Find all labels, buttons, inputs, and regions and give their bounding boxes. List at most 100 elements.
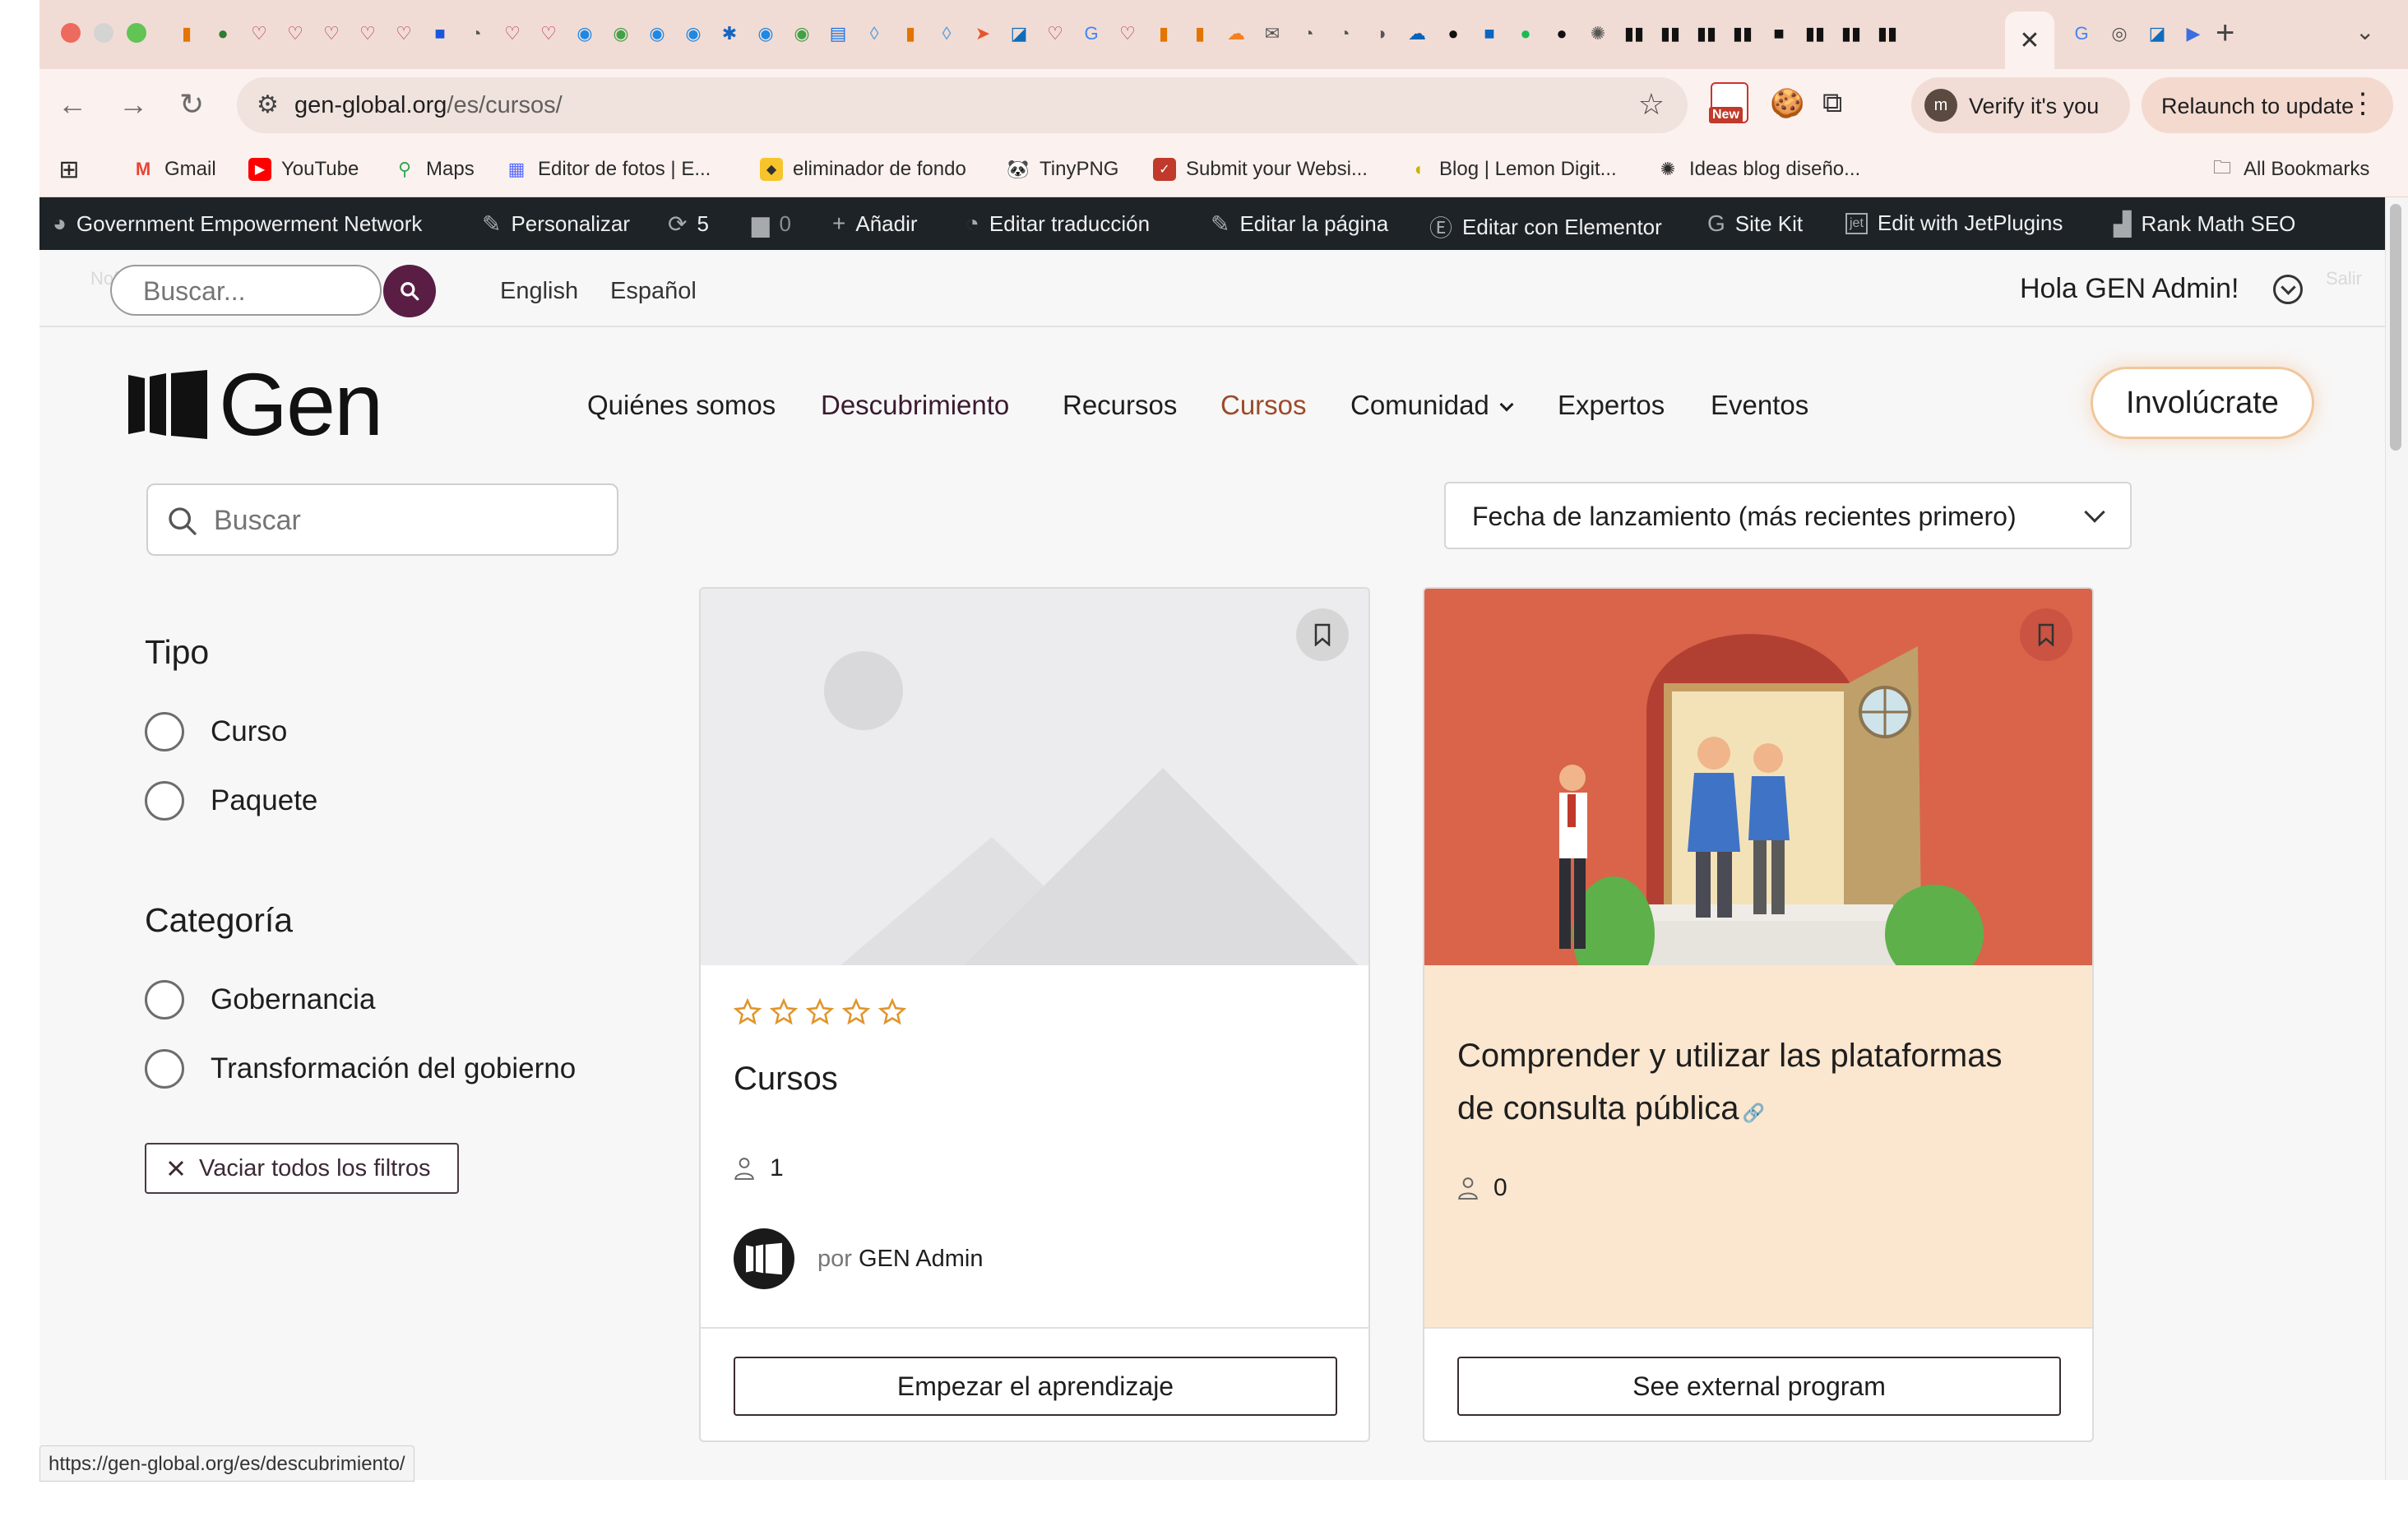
facet-option-transformacion[interactable]: Transformación del gobierno [145, 1049, 576, 1089]
bookmark-ideas[interactable]: ✺ Ideas blog diseño... [1656, 158, 1860, 181]
tab-favicon[interactable]: ▮ [1148, 18, 1179, 49]
reload-button[interactable]: ↻ [179, 87, 204, 122]
tab-favicon[interactable]: ▮▮ [1799, 18, 1831, 49]
tab-favicon[interactable]: ♡ [352, 18, 383, 49]
zoom-window-button[interactable] [127, 23, 146, 43]
wp-edit-page[interactable]: ✎ Editar la página [1211, 210, 1388, 238]
bookmark-lemon[interactable]: ◖ Blog | Lemon Digit... [1406, 158, 1616, 181]
tab-favicon[interactable]: ▮▮ [1691, 18, 1722, 49]
close-window-button[interactable] [61, 23, 81, 43]
facet-option-paquete[interactable]: Paquete [145, 781, 317, 821]
tab-favicon[interactable]: ☁ [1401, 18, 1433, 49]
tab-favicon[interactable]: ▮▮ [1727, 18, 1758, 49]
facet-option-curso[interactable]: Curso [145, 712, 287, 751]
tab-favicon[interactable]: ♡ [533, 18, 564, 49]
apps-grid-icon[interactable]: ⊞ [58, 156, 81, 183]
tab-favicon[interactable]: ✉ [1257, 18, 1288, 49]
nav-descubrimiento[interactable]: Descubrimiento [821, 390, 1009, 421]
course-search-field[interactable] [146, 483, 618, 556]
tab-favicon[interactable]: ♡ [388, 18, 419, 49]
tab-favicon[interactable]: ▮▮ [1655, 18, 1686, 49]
tab-favicon[interactable]: ▤ [822, 18, 854, 49]
tab-favicon[interactable]: ♡ [316, 18, 347, 49]
more-menu-icon[interactable]: ⋮ [2349, 87, 2377, 120]
tab-favicon[interactable]: ✺ [1582, 18, 1614, 49]
bookmark-tinypng[interactable]: 🐼 TinyPNG [1007, 158, 1118, 181]
tab-favicon[interactable]: ● [1510, 18, 1541, 49]
tab-favicon[interactable]: ● [207, 18, 238, 49]
scrollbar-thumb[interactable] [2390, 204, 2401, 451]
relaunch-update-button[interactable]: Relaunch to update ⋮ [2142, 77, 2393, 133]
tab-favicon[interactable]: ▮▮ [1872, 18, 1903, 49]
active-tab-close-button[interactable]: ✕ [2005, 12, 2054, 69]
sort-select[interactable]: Fecha de lanzamiento (más recientes prim… [1444, 482, 2132, 549]
tab-favicon[interactable]: G [2066, 18, 2097, 49]
tab-favicon[interactable]: ▶ [2178, 18, 2209, 49]
minimize-window-button[interactable] [94, 23, 113, 43]
course-card[interactable]: Comprender y utilizar las plataformas de… [1423, 587, 2094, 1442]
nav-eventos[interactable]: Eventos [1711, 390, 1808, 421]
user-menu-chevron-icon[interactable] [2273, 275, 2303, 304]
course-card[interactable]: Cursos 1 por GEN Admin Empezar el aprend… [699, 587, 1370, 1442]
author-name[interactable]: GEN Admin [859, 1246, 984, 1272]
radio-button[interactable] [145, 1049, 184, 1089]
involucrate-button[interactable]: Involúcrate [2091, 367, 2314, 439]
tab-favicon[interactable]: ♡ [1112, 18, 1143, 49]
clear-filters-button[interactable]: Vaciar todos los filtros [145, 1143, 459, 1194]
header-search-input[interactable] [143, 276, 365, 307]
see-external-program-button[interactable]: See external program [1457, 1357, 2061, 1416]
start-learning-button[interactable]: Empezar el aprendizaje [734, 1357, 1337, 1416]
wp-site-kit[interactable]: G Site Kit [1707, 210, 1803, 237]
tab-favicon[interactable]: ◔ [461, 18, 492, 49]
wp-customize[interactable]: ✎ Personalizar [482, 210, 630, 238]
tab-favicon[interactable]: ♡ [243, 18, 275, 49]
back-button[interactable]: ← [58, 87, 87, 122]
tab-favicon[interactable]: ◪ [2142, 18, 2173, 49]
nav-expertos[interactable]: Expertos [1558, 390, 1665, 421]
cookie-extension-icon[interactable]: 🍪 [1770, 87, 1804, 120]
tab-favicon[interactable]: ◉ [605, 18, 637, 49]
tab-favicon[interactable]: ■ [424, 18, 456, 49]
wp-comments[interactable]: ▆ 0 [752, 210, 791, 238]
all-bookmarks[interactable]: 🗀 All Bookmarks [2211, 157, 2369, 181]
wp-add-new[interactable]: + Añadir [832, 210, 918, 237]
tab-favicon[interactable]: ■ [1474, 18, 1505, 49]
tab-search-chevron-icon[interactable]: ⌄ [2355, 18, 2374, 45]
tab-favicon[interactable]: ♡ [1040, 18, 1071, 49]
address-url[interactable]: gen-global.org/es/cursos/ [294, 92, 563, 119]
bookmark-youtube[interactable]: ▶ YouTube [248, 158, 359, 181]
tab-favicon[interactable]: ▮ [1184, 18, 1216, 49]
bookmark-submit-site[interactable]: ✓ Submit your Websi... [1153, 158, 1368, 181]
tab-favicon[interactable]: ◉ [569, 18, 600, 49]
lang-english-link[interactable]: English [500, 278, 578, 305]
tab-favicon[interactable]: ▮▮ [1836, 18, 1867, 49]
tab-favicon[interactable]: ♡ [497, 18, 528, 49]
bookmark-bg-remover[interactable]: ◆ eliminador de fondo [760, 158, 966, 181]
tab-favicon[interactable]: ➤ [967, 18, 998, 49]
tab-favicon[interactable]: ◉ [786, 18, 817, 49]
bookmark-button[interactable] [2020, 608, 2072, 661]
tab-favicon[interactable]: ◉ [750, 18, 781, 49]
tab-favicon[interactable]: ◎ [2104, 18, 2135, 49]
user-greeting[interactable]: Hola GEN Admin! [2020, 273, 2239, 305]
tab-favicon[interactable]: ◪ [1003, 18, 1035, 49]
tab-favicon[interactable]: ▮ [171, 18, 202, 49]
tab-favicon[interactable]: ▮ [895, 18, 926, 49]
nav-recursos[interactable]: Recursos [1063, 390, 1177, 421]
radio-button[interactable] [145, 781, 184, 821]
course-title[interactable]: Comprender y utilizar las plataformas de… [1457, 1029, 2002, 1135]
wp-site-name[interactable]: ◕ Government Empowerment Network [53, 210, 422, 237]
tab-favicon[interactable]: ☁ [1220, 18, 1252, 49]
lang-spanish-link[interactable]: Español [610, 278, 697, 305]
forward-button[interactable]: → [118, 87, 148, 122]
tab-favicon[interactable]: ● [1438, 18, 1469, 49]
radio-button[interactable] [145, 712, 184, 751]
course-title[interactable]: Cursos [734, 1052, 838, 1105]
new-extension-icon[interactable]: New [1709, 82, 1748, 123]
extensions-puzzle-icon[interactable]: ⧉ [1822, 87, 1842, 119]
header-search-button[interactable] [383, 265, 436, 317]
wp-rank-math[interactable]: ▟ Rank Math SEO [2114, 210, 2295, 238]
nav-comunidad[interactable]: Comunidad [1350, 390, 1514, 421]
verify-identity-button[interactable]: m Verify it's you [1911, 77, 2130, 133]
facet-option-gobernancia[interactable]: Gobernancia [145, 980, 375, 1020]
